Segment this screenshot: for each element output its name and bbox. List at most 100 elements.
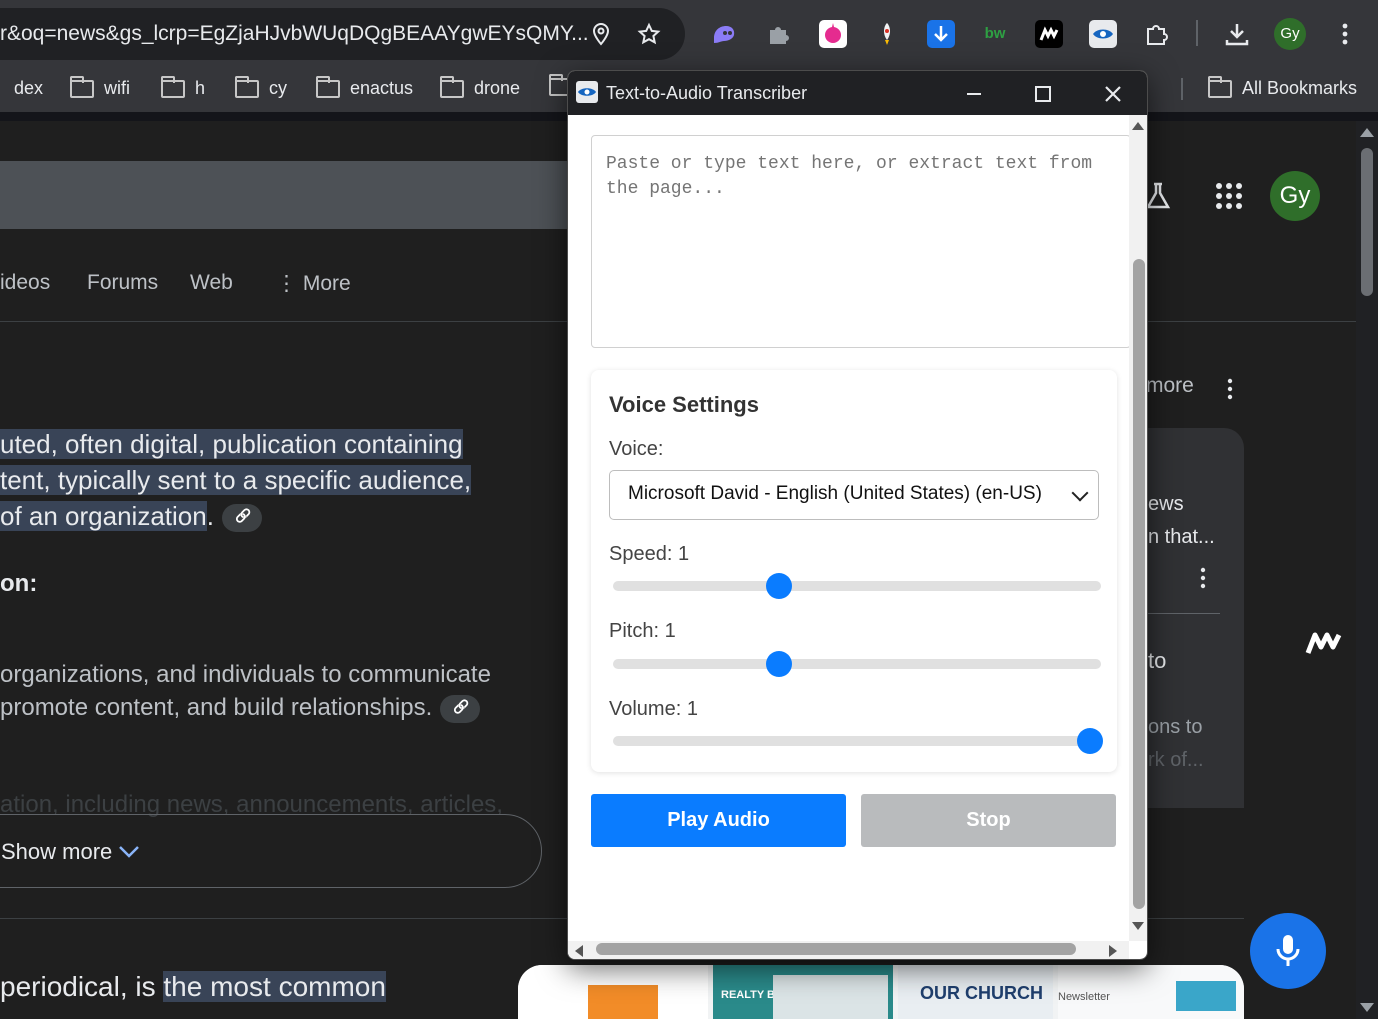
address-bar-url[interactable]: r&oq=news&gs_lcrp=EgZjaHJvbWUqDQgBEAAYgw… (0, 22, 589, 46)
transcriber-popup-window: Text-to-Audio Transcriber Voice Settings… (567, 70, 1148, 960)
monica-float-icon[interactable] (1304, 629, 1344, 657)
thumbnail-text: OUR CHURCH (920, 983, 1043, 1003)
image-thumbnail[interactable]: REALTY BUZZ (713, 965, 893, 1019)
bookmark-h[interactable]: h (161, 75, 205, 99)
more-kebab-icon: ⋮ (276, 272, 303, 295)
body-line: organizations, and individuals to commun… (0, 661, 491, 688)
speed-slider[interactable] (613, 573, 1101, 599)
bookmark-dex[interactable]: dex (14, 78, 43, 99)
voice-select[interactable]: Microsoft David - English (United States… (609, 470, 1099, 520)
bottom-snippet: periodical, is the most common (0, 971, 386, 1002)
microphone-icon (1276, 935, 1300, 966)
unicorn-extension-icon[interactable] (819, 20, 847, 48)
show-more-label: Show more (1, 839, 113, 864)
popup-content: Voice Settings Voice: Microsoft David - … (568, 115, 1131, 941)
pitch-slider-thumb[interactable] (766, 651, 792, 677)
kebab-menu-icon[interactable] (1220, 377, 1240, 401)
voice-select-value: Microsoft David - English (United States… (628, 483, 1042, 504)
popup-horizontal-scrollbar-thumb[interactable] (596, 943, 1076, 955)
voice-search-button[interactable] (1250, 913, 1326, 989)
scroll-up-arrow-icon[interactable] (1359, 126, 1375, 138)
scroll-down-arrow-icon[interactable] (1359, 1002, 1375, 1014)
bookmark-enactus[interactable]: enactus (316, 75, 414, 99)
card-divider (1140, 613, 1220, 614)
bookmark-drone[interactable]: drone (440, 75, 521, 99)
scroll-left-arrow-icon[interactable] (574, 944, 584, 958)
text-input-area[interactable] (591, 135, 1131, 348)
folder-icon (235, 75, 259, 98)
browser-toolbar: r&oq=news&gs_lcrp=EgZjaHJvbWUqDQgBEAAYgw… (0, 0, 1378, 68)
ai-overview-line: of an organization. (0, 501, 262, 533)
body-line: promote content, and build relationships… (0, 694, 481, 723)
tab-forums[interactable]: Forums (87, 271, 158, 295)
related-card[interactable]: ews n that... to ons to rk of... (1140, 428, 1244, 808)
folder-icon (1208, 75, 1232, 98)
page-scrollbar-thumb[interactable] (1361, 148, 1373, 296)
card-line: ews (1148, 493, 1184, 515)
tab-videos[interactable]: ideos (0, 271, 50, 295)
monica-extension-icon[interactable] (1035, 20, 1063, 48)
popup-title: Text-to-Audio Transcriber (606, 83, 808, 103)
transcriber-app-icon (576, 81, 598, 103)
minimize-icon[interactable] (965, 85, 983, 103)
card-line: n that... (1148, 526, 1215, 548)
close-icon[interactable] (1103, 84, 1123, 104)
bookmark-label: dex (14, 78, 44, 98)
maximize-icon[interactable] (1034, 85, 1052, 103)
right-more-label[interactable]: more (1146, 374, 1194, 398)
downloads-icon[interactable] (1223, 20, 1251, 48)
image-results-strip[interactable]: REALTY BUZZ OUR CHURCH Newsletter (518, 965, 1244, 1019)
scroll-down-arrow-icon[interactable] (1131, 921, 1145, 931)
bookmark-label: drone (474, 78, 521, 98)
popup-titlebar[interactable]: Text-to-Audio Transcriber (568, 71, 1147, 115)
chevron-down-icon (1071, 484, 1089, 502)
download-blue-extension-icon[interactable] (927, 20, 955, 48)
image-thumbnail[interactable]: Newsletter (1058, 965, 1244, 1019)
address-bar[interactable]: r&oq=news&gs_lcrp=EgZjaHJvbWUqDQgBEAAYgw… (0, 8, 685, 60)
bookmark-star-icon[interactable] (637, 22, 661, 46)
tab-web[interactable]: Web (190, 271, 233, 295)
bookmarks-divider (1181, 78, 1183, 100)
scroll-up-arrow-icon[interactable] (1131, 121, 1145, 131)
apps-grid-icon[interactable] (1214, 181, 1244, 211)
source-link-icon[interactable] (221, 504, 262, 533)
search-box[interactable] (0, 161, 570, 229)
profile-avatar[interactable]: Gy (1274, 18, 1306, 50)
speed-slider-thumb[interactable] (766, 573, 792, 599)
volume-slider-thumb[interactable] (1077, 728, 1103, 754)
thumbnail-graphic (1176, 981, 1236, 1011)
bookmark-label: enactus (350, 78, 414, 98)
kebab-menu-icon[interactable] (1331, 20, 1359, 48)
extensions-puzzle-icon[interactable] (1143, 20, 1171, 48)
puzzle-gray-extension-icon[interactable] (764, 20, 792, 48)
ai-overview-line: tent, typically sent to a specific audie… (0, 465, 472, 495)
card-line: rk of... (1148, 749, 1204, 771)
tab-more[interactable]: ⋮ More (276, 271, 351, 296)
bookmark-wifi[interactable]: wifi (70, 75, 130, 99)
stop-button[interactable]: Stop (861, 794, 1116, 847)
page-profile-avatar[interactable]: Gy (1270, 171, 1320, 221)
kebab-menu-icon[interactable] (1193, 566, 1213, 590)
rocket-extension-icon[interactable] (873, 20, 901, 48)
pitch-slider[interactable] (613, 651, 1101, 677)
scroll-right-arrow-icon[interactable] (1108, 944, 1118, 958)
ai-overview-line: uted, often digital, publication contain… (0, 429, 463, 459)
location-pin-icon[interactable] (589, 22, 613, 46)
play-audio-button[interactable]: Play Audio (591, 794, 846, 847)
bw-extension-icon[interactable]: bw (981, 20, 1009, 48)
transcriber-extension-icon[interactable] (1089, 20, 1117, 48)
volume-slider[interactable] (613, 728, 1103, 754)
bookmark-cy[interactable]: cy (235, 75, 287, 99)
voice-settings-heading: Voice Settings (609, 392, 759, 417)
bookmark-label: wifi (104, 78, 130, 98)
tab-more-label: More (302, 272, 351, 295)
image-thumbnail[interactable] (518, 965, 708, 1019)
popup-vertical-scrollbar-thumb[interactable] (1133, 259, 1145, 909)
folder-icon (70, 75, 94, 98)
all-bookmarks-label: All Bookmarks (1242, 78, 1358, 98)
show-more-button[interactable]: Show more (0, 814, 542, 888)
ghost-extension-icon[interactable] (710, 20, 738, 48)
image-thumbnail[interactable]: OUR CHURCH (898, 965, 1053, 1019)
source-link-icon[interactable] (440, 694, 481, 723)
all-bookmarks[interactable]: All Bookmarks (1208, 75, 1358, 99)
